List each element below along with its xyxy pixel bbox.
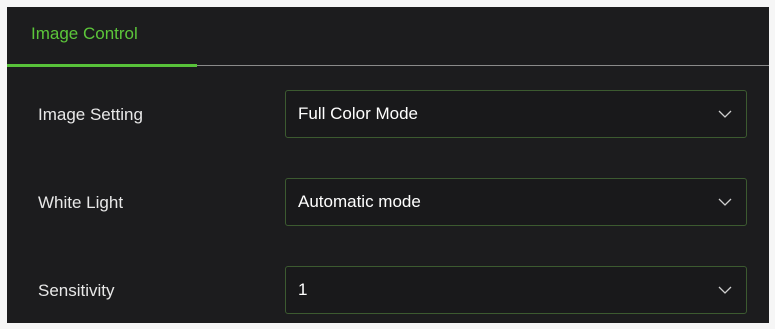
chevron-down-icon <box>718 198 732 206</box>
chevron-down-icon <box>718 110 732 118</box>
sensitivity-select[interactable]: 1 <box>285 266 747 314</box>
white-light-select[interactable]: Automatic mode <box>285 178 747 226</box>
image-setting-label: Image Setting <box>38 105 143 124</box>
image-setting-select[interactable]: Full Color Mode <box>285 90 747 138</box>
white-light-label: White Light <box>38 193 124 212</box>
image-control-panel: Image Control Image Setting Full Color M… <box>7 7 769 323</box>
tab-label: Image Control <box>31 24 138 43</box>
tab-divider <box>197 65 769 66</box>
chevron-down-icon <box>718 286 732 294</box>
setting-row-sensitivity: Sensitivity 1 <box>7 266 769 316</box>
setting-row-white-light: White Light Automatic mode <box>7 178 769 228</box>
image-setting-value: Full Color Mode <box>298 104 418 123</box>
tab-bar: Image Control <box>7 7 769 69</box>
sensitivity-label: Sensitivity <box>38 281 115 300</box>
active-tab-indicator <box>7 64 197 67</box>
sensitivity-value: 1 <box>298 280 308 299</box>
setting-row-image-setting: Image Setting Full Color Mode <box>7 90 769 140</box>
tab-image-control[interactable]: Image Control <box>7 7 197 69</box>
white-light-value: Automatic mode <box>298 192 421 211</box>
